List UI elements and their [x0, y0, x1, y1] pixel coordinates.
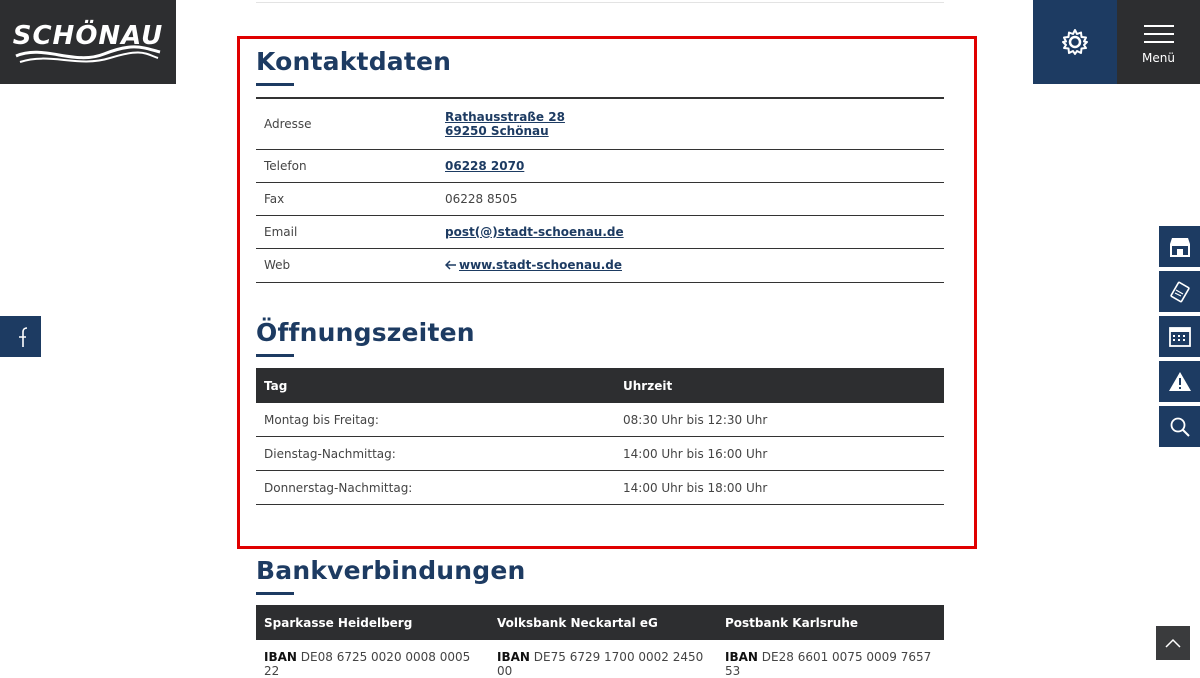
column-header: Sparkasse Heidelberg — [256, 605, 489, 640]
row-key: Telefon — [256, 149, 437, 183]
chevron-up-icon — [1165, 638, 1181, 648]
iban-cell: IBAN DE28 6601 0075 0009 7657 53 — [717, 640, 944, 678]
table-header-row: Sparkasse Heidelberg Volksbank Neckartal… — [256, 605, 944, 640]
facebook-button[interactable] — [0, 316, 41, 357]
warning-icon — [1168, 371, 1191, 391]
kontakt-title: Kontaktdaten — [256, 47, 452, 76]
search-icon — [1170, 417, 1190, 437]
arrow-left-icon — [444, 260, 456, 270]
phone-link[interactable]: 06228 2070 — [445, 159, 524, 173]
table-row: Adresse Rathausstraße 28 69250 Schönau — [256, 97, 944, 150]
side-warning-button[interactable] — [1159, 361, 1200, 402]
fax-value: 06228 8505 — [437, 182, 944, 216]
scroll-top-button[interactable] — [1156, 626, 1190, 660]
column-header: Volksbank Neckartal eG — [489, 605, 717, 640]
table-row: IBAN DE08 6725 0020 0008 0005 22 IBAN DE… — [256, 640, 944, 678]
iban-cell: IBAN DE08 6725 0020 0008 0005 22 — [256, 640, 489, 678]
gear-icon — [1062, 29, 1088, 55]
email-link[interactable]: post(@)stadt-schoenau.de — [445, 225, 624, 239]
table-row: Web www.stadt-schoenau.de — [256, 248, 944, 283]
row-key: Email — [256, 215, 437, 249]
kontakt-table: Adresse Rathausstraße 28 69250 Schönau T… — [256, 97, 944, 283]
facebook-icon — [18, 326, 27, 347]
address-line1-link[interactable]: Rathausstraße 28 — [445, 110, 565, 124]
web-link[interactable]: www.stadt-schoenau.de — [459, 258, 622, 272]
table-row: Montag bis Freitag: 08:30 Uhr bis 12:30 … — [256, 403, 944, 437]
store-icon — [1169, 237, 1190, 257]
iban-label: IBAN — [264, 650, 297, 664]
iban-label: IBAN — [725, 650, 758, 664]
menu-button[interactable]: Menü — [1117, 0, 1200, 84]
time-cell: 14:00 Uhr bis 16:00 Uhr — [615, 436, 944, 471]
address-value: Rathausstraße 28 69250 Schönau — [437, 97, 944, 150]
iban-label: IBAN — [497, 650, 530, 664]
iban-cell: IBAN DE75 6729 1700 0002 2450 00 — [489, 640, 717, 678]
title-underline — [256, 83, 294, 86]
hours-table: Tag Uhrzeit Montag bis Freitag: 08:30 Uh… — [256, 368, 944, 505]
row-key: Fax — [256, 182, 437, 216]
hours-title: Öffnungszeiten — [256, 318, 475, 347]
bank-title: Bankverbindungen — [256, 556, 526, 585]
calendar-icon — [1168, 326, 1191, 347]
day-cell: Dienstag-Nachmittag: — [256, 436, 615, 471]
row-key: Adresse — [256, 97, 437, 150]
time-cell: 08:30 Uhr bis 12:30 Uhr — [615, 403, 944, 437]
day-cell: Donnerstag-Nachmittag: — [256, 470, 615, 505]
site-logo[interactable]: SCHÖNAU — [0, 0, 176, 84]
time-cell: 14:00 Uhr bis 18:00 Uhr — [615, 470, 944, 505]
table-row: Dienstag-Nachmittag: 14:00 Uhr bis 16:00… — [256, 436, 944, 471]
side-calendar-button[interactable] — [1159, 316, 1200, 357]
bank-table: Sparkasse Heidelberg Volksbank Neckartal… — [256, 605, 944, 678]
side-search-button[interactable] — [1159, 406, 1200, 447]
logo-wave-icon — [15, 45, 161, 63]
ticket-icon — [1169, 281, 1190, 302]
day-cell: Montag bis Freitag: — [256, 403, 615, 437]
row-key: Web — [256, 248, 437, 283]
hamburger-icon — [1143, 19, 1174, 49]
side-store-button[interactable] — [1159, 226, 1200, 267]
side-ticket-button[interactable] — [1159, 271, 1200, 312]
column-header: Tag — [256, 368, 615, 403]
table-header-row: Tag Uhrzeit — [256, 368, 944, 403]
title-underline — [256, 354, 294, 357]
column-header: Postbank Karlsruhe — [717, 605, 944, 640]
title-underline — [256, 592, 294, 595]
divider — [256, 2, 944, 3]
settings-button[interactable] — [1033, 0, 1117, 84]
table-row: Donnerstag-Nachmittag: 14:00 Uhr bis 18:… — [256, 470, 944, 505]
table-row: Fax 06228 8505 — [256, 182, 944, 216]
table-row: Email post(@)stadt-schoenau.de — [256, 215, 944, 249]
address-line2-link[interactable]: 69250 Schönau — [445, 124, 549, 138]
table-row: Telefon 06228 2070 — [256, 149, 944, 183]
menu-label: Menü — [1142, 51, 1175, 65]
column-header: Uhrzeit — [615, 368, 944, 403]
